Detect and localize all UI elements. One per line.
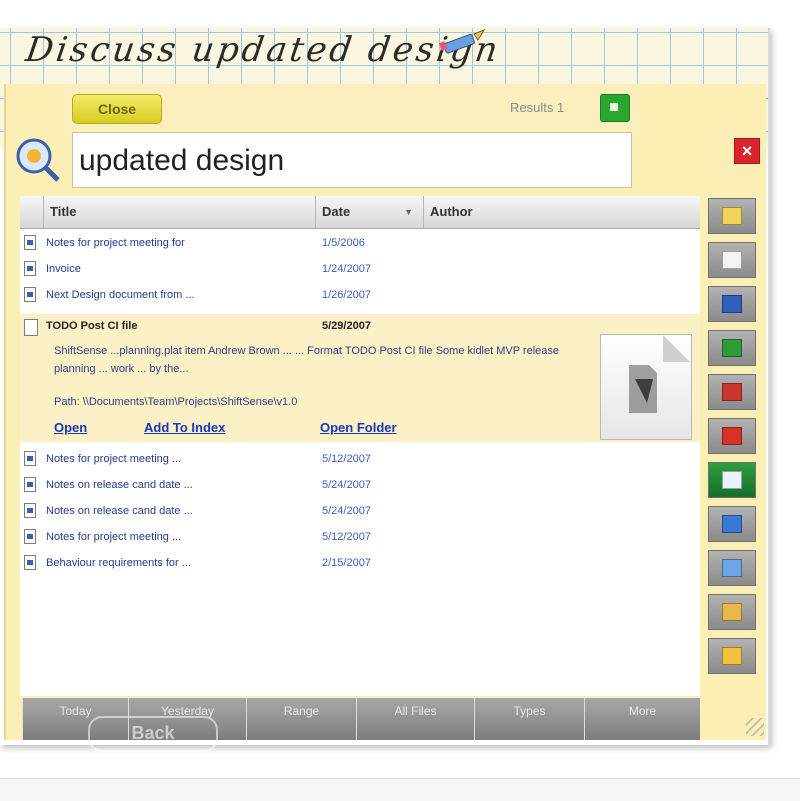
item-date: 1/26/2007 [322,289,371,301]
item-date: 5/12/2007 [322,531,371,543]
close-tag-button[interactable]: Close [72,94,162,124]
expanded-snippet: ShiftSense ...planning.plat item Andrew … [54,345,560,375]
item-title: Notes on release cand date ... [46,479,193,491]
expanded-item[interactable]: TODO Post CI file 5/29/2007 ShiftSense .… [20,314,700,442]
file-type-toolbar [708,196,756,686]
item-title: Notes for project meeting for [46,237,185,249]
expanded-date: 5/29/2007 [322,320,371,332]
open-link[interactable]: Open [54,420,87,435]
item-title: Invoice [46,263,81,275]
list-item[interactable]: Notes for project meeting ... 5/12/2007 [20,524,700,550]
item-date: 1/5/2006 [322,237,365,249]
list-item[interactable]: Next Design document from ... 1/26/2007 [20,282,700,308]
list-item[interactable]: Behaviour requirements for ... 2/15/2007 [20,550,700,576]
document-icon [24,503,36,518]
toolbar-button-folder[interactable] [708,638,756,674]
item-date: 2/15/2007 [322,557,371,569]
calendar-icon [722,251,742,269]
document-icon [24,319,38,336]
word-icon [722,295,742,313]
header-title[interactable]: Title [44,196,316,228]
open-folder-link[interactable]: Open Folder [320,420,397,435]
folder-icon [722,647,742,665]
item-title: Notes for project meeting ... [46,531,182,543]
tab-all-files[interactable]: All Files [356,698,474,740]
toolbar-button-word[interactable] [708,286,756,322]
item-title: Behaviour requirements for ... [46,557,191,569]
list-item[interactable]: Notes for project meeting for 1/5/2006 [20,230,700,256]
toolbar-button-calendar[interactable] [708,242,756,278]
web-icon [722,515,742,533]
search-input[interactable]: updated design [72,132,632,188]
add-to-index-link[interactable]: Add To Index [144,420,225,435]
email-icon [722,207,742,225]
header-date[interactable]: Date ▼ [316,196,424,228]
window-title: Discuss updated design [23,30,503,70]
blank-document-icon [629,365,657,413]
item-date: 5/24/2007 [322,505,371,517]
page-bottom-bar [0,778,800,801]
header-author[interactable]: Author [424,196,700,228]
onenote-icon [722,471,742,489]
toolbar-button-settings[interactable] [708,550,756,586]
search-icon [16,138,60,182]
toolbar-button-windows[interactable] [708,594,756,630]
list-header: Title Date ▼ Author [20,196,700,229]
list-item[interactable]: Notes on release cand date ... 5/24/2007 [20,498,700,524]
list-item[interactable]: Notes on release cand date ... 5/24/2007 [20,472,700,498]
tab-range[interactable]: Range [246,698,356,740]
list-item[interactable]: Notes for project meeting ... 5/12/2007 [20,446,700,472]
powerpoint-icon [722,383,742,401]
header-date-label: Date [322,204,351,219]
item-date: 1/24/2007 [322,263,371,275]
results-label: Results 1 [510,100,565,115]
item-date: 5/12/2007 [322,453,371,465]
preview-thumbnail[interactable] [600,334,692,440]
toolbar-button-email[interactable] [708,198,756,234]
windows-icon [722,603,742,621]
document-icon [24,477,36,492]
toolbar-button-excel[interactable] [708,330,756,366]
go-button[interactable] [600,94,630,122]
settings-icon [722,559,742,577]
expanded-path: Path: \\Documents\Team\Projects\ShiftSen… [54,396,298,408]
toolbar-button-pdf[interactable] [708,418,756,454]
toolbar-button-onenote[interactable] [708,462,756,498]
item-title: Notes for project meeting ... [46,453,182,465]
document-icon [24,261,36,276]
results-list: Title Date ▼ Author Notes for project mee… [20,196,700,696]
back-button[interactable]: Back [88,716,218,752]
document-icon [24,451,36,466]
pdf-icon [722,427,742,445]
document-icon [24,555,36,570]
excel-icon [722,339,742,357]
toolbar-button-powerpoint[interactable] [708,374,756,410]
pencil-icon [438,28,486,54]
document-icon [24,287,36,302]
item-title: Notes on release cand date ... [46,505,193,517]
tab-more[interactable]: More [584,698,700,740]
resize-grip[interactable] [746,718,764,736]
expanded-title: TODO Post CI file [46,320,138,332]
toolbar-button-web[interactable] [708,506,756,542]
document-icon [24,235,36,250]
document-icon [24,529,36,544]
tab-types[interactable]: Types [474,698,584,740]
close-icon[interactable]: × [734,138,760,164]
sort-arrow-icon: ▼ [404,207,413,217]
header-icon-col [20,196,44,228]
list-item[interactable]: Invoice 1/24/2007 [20,256,700,282]
item-date: 5/24/2007 [322,479,371,491]
item-title: Next Design document from ... [46,289,195,301]
